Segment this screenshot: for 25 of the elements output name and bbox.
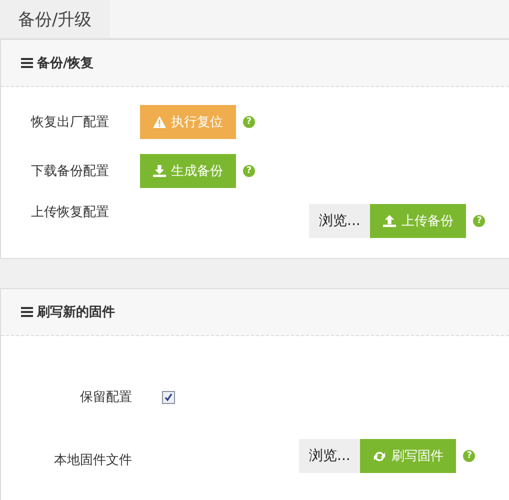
field-label: 下载备份配置 bbox=[30, 163, 110, 180]
field-label: 本地固件文件 bbox=[53, 452, 132, 469]
menu-icon bbox=[21, 307, 33, 317]
help-icon[interactable]: ? bbox=[243, 116, 255, 128]
warning-icon bbox=[153, 116, 166, 128]
field-label: 恢复出厂配置 bbox=[30, 114, 110, 131]
warning-button[interactable]: 执行复位 bbox=[140, 105, 236, 139]
refresh-button[interactable]: 刷写固件 bbox=[360, 439, 456, 473]
field-label: 保留配置 bbox=[79, 389, 132, 406]
field-label: 上传恢复配置 bbox=[30, 204, 110, 221]
download-icon bbox=[153, 165, 166, 177]
help-icon[interactable]: ? bbox=[473, 215, 486, 227]
browse-button[interactable]: 浏览... bbox=[299, 439, 360, 473]
menu-icon bbox=[21, 58, 33, 68]
page-title: 备份/升级 bbox=[0, 0, 110, 38]
refresh-icon bbox=[373, 450, 386, 462]
help-icon[interactable]: ? bbox=[463, 450, 476, 462]
browse-button[interactable]: 浏览... bbox=[309, 204, 370, 238]
upload-icon bbox=[383, 215, 396, 227]
checkbox[interactable] bbox=[162, 390, 175, 404]
section-title: 刷写新的固件 bbox=[37, 304, 115, 321]
download-button[interactable]: 生成备份 bbox=[140, 154, 236, 188]
section-title: 备份/恢复 bbox=[37, 55, 94, 72]
help-icon[interactable]: ? bbox=[243, 165, 255, 177]
upload-button[interactable]: 上传备份 bbox=[370, 204, 466, 238]
